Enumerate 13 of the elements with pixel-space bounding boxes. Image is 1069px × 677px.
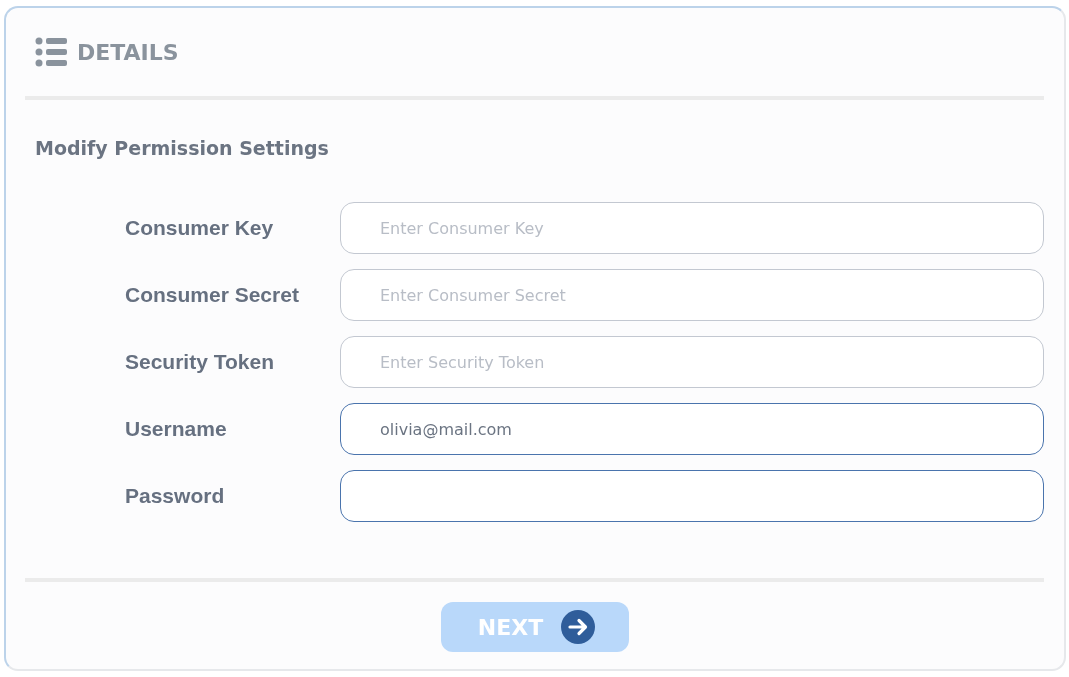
field-label: Consumer Secret xyxy=(124,283,300,307)
input-field[interactable]: Enter Security Token xyxy=(340,336,1044,388)
section-title: DETAILS xyxy=(77,39,179,65)
form-subtitle: Modify Permission Settings xyxy=(35,137,330,159)
field-label: Security Token xyxy=(124,350,275,374)
field-label: Username xyxy=(124,417,228,441)
field-label: Password xyxy=(124,484,226,508)
input-field[interactable]: Enter Consumer Key xyxy=(340,202,1044,254)
input-field[interactable]: Enter Consumer Secret xyxy=(340,269,1044,321)
field-label: Consumer Key xyxy=(124,216,275,240)
input-field[interactable] xyxy=(340,470,1044,522)
input-field[interactable]: olivia@mail.com xyxy=(340,403,1044,455)
list-icon xyxy=(35,37,67,67)
